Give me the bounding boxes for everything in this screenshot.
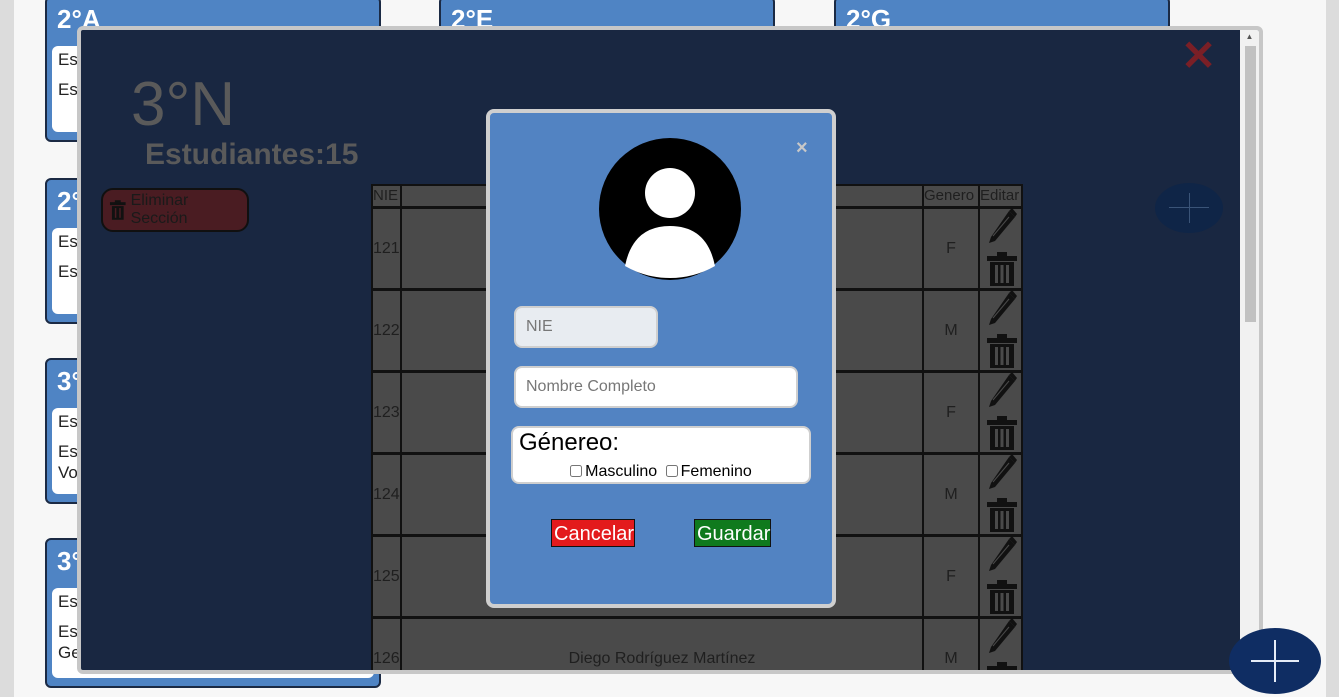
edit-student-button[interactable] — [987, 453, 1017, 494]
trash-icon — [986, 415, 1017, 450]
gender-options: Masculino Femenino — [513, 463, 809, 481]
scroll-up-arrow-icon[interactable]: ▲ — [1240, 30, 1259, 44]
scroll-thumb[interactable] — [1245, 46, 1256, 322]
card-line: Es — [58, 622, 78, 641]
cell-nie: 125 — [373, 537, 402, 616]
cancel-button[interactable]: Cancelar — [551, 519, 635, 547]
header-gender: Genero — [924, 186, 980, 206]
delete-student-button[interactable] — [986, 332, 1017, 373]
add-student-button[interactable] — [1155, 183, 1223, 233]
cell-gender: M — [924, 455, 980, 534]
card-line: Es — [58, 442, 78, 461]
gender-label: Génereo: — [519, 429, 620, 456]
cell-nie: 123 — [373, 373, 402, 452]
cell-gender: M — [924, 291, 980, 370]
floating-add-button[interactable] — [1229, 628, 1321, 694]
delete-student-button[interactable] — [986, 496, 1017, 537]
cell-gender: M — [924, 619, 980, 670]
edit-student-button[interactable] — [987, 617, 1017, 658]
delete-section-button[interactable]: Eliminar Sección — [101, 188, 249, 232]
cell-actions — [980, 207, 1021, 291]
card-line: Vo — [58, 463, 78, 482]
edit-student-button[interactable] — [987, 289, 1017, 330]
cell-actions — [980, 453, 1021, 537]
trash-icon — [986, 661, 1017, 670]
delete-section-label: Eliminar Sección — [130, 192, 189, 227]
cell-actions — [980, 535, 1021, 619]
cell-nie: 121 — [373, 209, 402, 288]
cell-nie: 126 — [373, 619, 402, 670]
pencil-icon — [988, 453, 1017, 489]
cell-name: Diego Rodríguez Martínez — [402, 619, 924, 670]
female-label: Femenino — [680, 463, 752, 480]
male-label: Masculino — [585, 463, 658, 480]
trash-icon — [986, 579, 1017, 614]
edit-student-button[interactable] — [987, 371, 1017, 412]
modal-close-icon[interactable]: × — [796, 137, 808, 160]
cell-nie: 122 — [373, 291, 402, 370]
card-line: Es — [58, 80, 78, 99]
trash-icon — [109, 200, 126, 220]
section-title: 3°N — [131, 70, 236, 139]
cell-nie: 124 — [373, 455, 402, 534]
delete-student-button[interactable] — [986, 250, 1017, 291]
students-count: Estudiantes:15 — [145, 138, 359, 171]
card-line: Es — [58, 232, 78, 251]
pencil-icon — [988, 289, 1017, 325]
cell-gender: F — [924, 537, 980, 616]
delete-student-button[interactable] — [986, 660, 1017, 670]
cell-actions — [980, 371, 1021, 455]
cell-gender: F — [924, 209, 980, 288]
cell-gender: F — [924, 373, 980, 452]
pencil-icon — [988, 617, 1017, 653]
trash-icon — [986, 251, 1017, 286]
cell-actions — [980, 617, 1021, 670]
card-line: Es — [58, 412, 78, 431]
male-checkbox[interactable] — [570, 465, 583, 477]
female-checkbox[interactable] — [665, 465, 678, 477]
pencil-icon — [988, 535, 1017, 571]
card-line: Es — [58, 592, 78, 611]
header-edit: Editar — [980, 187, 1020, 204]
pencil-icon — [988, 207, 1017, 243]
pencil-icon — [988, 371, 1017, 407]
cell-actions — [980, 289, 1021, 373]
edit-student-button[interactable] — [987, 207, 1017, 248]
trash-icon — [986, 497, 1017, 532]
student-form-modal: × Génereo: Masculino Femenino Cancelar G… — [486, 109, 836, 608]
table-row: 126 Diego Rodríguez Martínez M — [373, 616, 1021, 670]
overlay-close-icon[interactable]: ✕ — [1181, 35, 1216, 77]
trash-icon — [986, 333, 1017, 368]
avatar-icon — [599, 138, 741, 280]
card-line: Es — [58, 50, 78, 69]
full-name-input[interactable] — [514, 366, 798, 408]
delete-student-button[interactable] — [986, 578, 1017, 619]
header-nie: NIE — [373, 186, 402, 206]
nie-input[interactable] — [514, 306, 658, 348]
edit-student-button[interactable] — [987, 535, 1017, 576]
card-line: Es — [58, 262, 78, 281]
gender-fieldset: Génereo: Masculino Femenino — [511, 426, 811, 484]
save-button[interactable]: Guardar — [694, 519, 771, 547]
delete-student-button[interactable] — [986, 414, 1017, 455]
vertical-scrollbar[interactable]: ▲ ▼ — [1240, 30, 1259, 670]
